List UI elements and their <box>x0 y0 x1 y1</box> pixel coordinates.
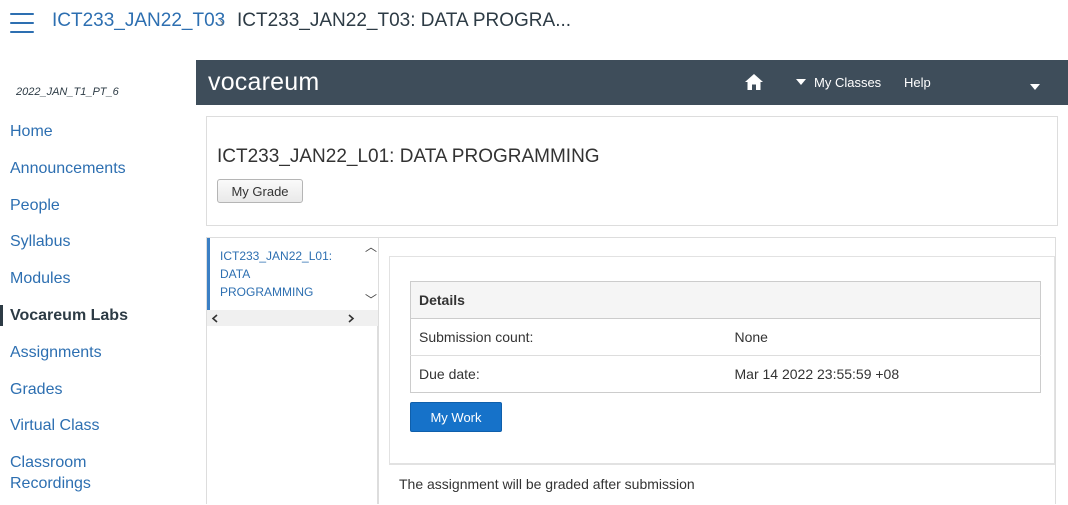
nav-item-people[interactable]: People <box>0 195 190 216</box>
top-bar: ICT233_JAN22_T03 › ICT233_JAN22_T03: DAT… <box>0 0 1068 56</box>
assignment-item[interactable]: ICT233_JAN22_L01: DATA PROGRAMMING <box>220 247 345 301</box>
horizontal-scrollbar[interactable] <box>207 310 378 326</box>
vocareum-logo[interactable]: vocareum <box>208 68 319 97</box>
scroll-down-icon[interactable]: ﹀ <box>365 294 377 306</box>
nav-item-classroom-recordings[interactable]: Classroom Recordings <box>0 452 110 494</box>
caret-down-icon <box>1030 84 1040 90</box>
nav-item-grades[interactable]: Grades <box>0 379 190 400</box>
user-menu-dropdown[interactable] <box>1030 79 1040 97</box>
course-code-label: 2022_JAN_T1_PT_6 <box>16 86 119 98</box>
submission-count-value: None <box>726 318 1041 356</box>
due-date-label: Due date: <box>410 355 727 393</box>
submission-count-label: Submission count: <box>410 318 727 356</box>
vocareum-header: vocareum My Classes Help <box>196 60 1068 105</box>
breadcrumb-course-link[interactable]: ICT233_JAN22_T03 <box>52 10 225 32</box>
scroll-right-icon[interactable] <box>347 314 355 323</box>
details-header: Details <box>410 281 1041 319</box>
nav-item-assignments[interactable]: Assignments <box>0 342 190 363</box>
my-grade-button[interactable]: My Grade <box>217 179 303 203</box>
my-classes-label: My Classes <box>814 75 882 90</box>
help-menu[interactable]: Help <box>904 75 931 90</box>
details-panel: Details Submission count: None Due date:… <box>389 256 1055 464</box>
nav-item-syllabus[interactable]: Syllabus <box>0 231 190 252</box>
my-work-button[interactable]: My Work <box>410 402 502 432</box>
vertical-scrollbar[interactable]: ︿ ﹀ <box>363 238 378 310</box>
nav-item-vocareum-labs[interactable]: Vocareum Labs <box>0 305 190 326</box>
assignment-list-box: ICT233_JAN22_L01: DATA PROGRAMMING ︿ ﹀ <box>207 238 378 310</box>
my-classes-menu[interactable]: My Classes <box>796 75 881 90</box>
hamburger-menu-icon[interactable] <box>10 13 34 33</box>
vocareum-frame: vocareum My Classes Help ICT233_JAN22_L0… <box>196 60 1068 504</box>
nav-item-home[interactable]: Home <box>0 121 190 142</box>
breadcrumb-current-page: ICT233_JAN22_T03: DATA PROGRA... <box>237 10 572 31</box>
home-icon[interactable] <box>744 73 764 91</box>
nav-item-virtual-class[interactable]: Virtual Class <box>0 415 190 436</box>
table-row: Due date: Mar 14 2022 23:55:59 +08 <box>410 355 1041 393</box>
assignment-details-area: Details Submission count: None Due date:… <box>378 237 1056 504</box>
caret-down-icon <box>796 79 806 85</box>
due-date-value: Mar 14 2022 23:55:59 +08 <box>726 355 1041 393</box>
nav-item-announcements[interactable]: Announcements <box>0 158 190 179</box>
scroll-up-icon[interactable]: ︿ <box>365 241 377 253</box>
details-table: Details Submission count: None Due date:… <box>410 281 1041 393</box>
course-title: ICT233_JAN22_L01: DATA PROGRAMMING <box>217 146 600 167</box>
course-header-panel: ICT233_JAN22_L01: DATA PROGRAMMING My Gr… <box>206 116 1058 226</box>
assignment-list: ICT233_JAN22_L01: DATA PROGRAMMING ︿ ﹀ <box>206 237 378 504</box>
breadcrumb-separator-icon: › <box>219 14 224 31</box>
grading-note: The assignment will be graded after subm… <box>389 464 1055 505</box>
scroll-left-icon[interactable] <box>211 314 219 323</box>
nav-item-modules[interactable]: Modules <box>0 268 190 289</box>
table-row: Submission count: None <box>410 318 1041 356</box>
